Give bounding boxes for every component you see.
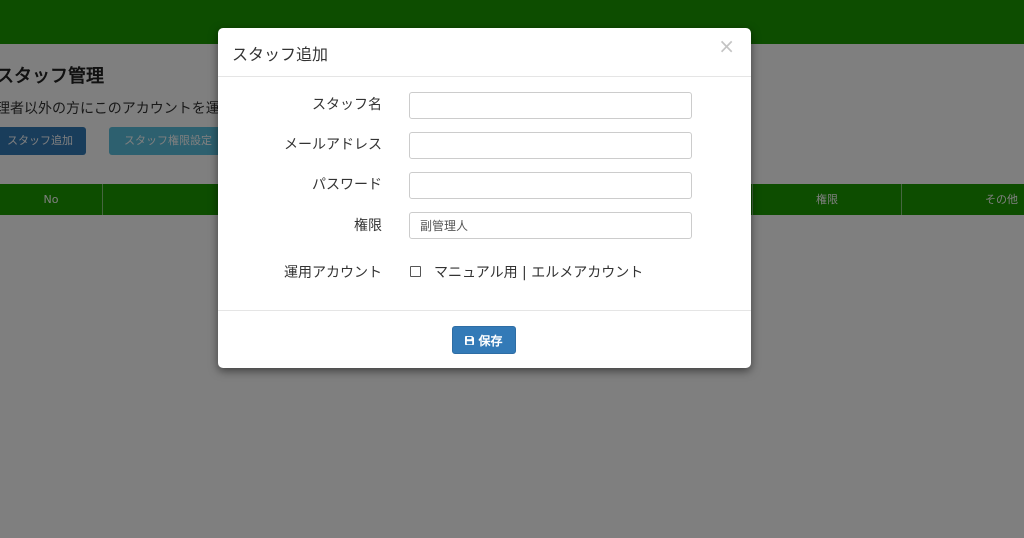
password-label: パスワード — [312, 177, 382, 193]
staff-name-input[interactable] — [409, 92, 692, 119]
permission-label: 権限 — [354, 218, 382, 234]
permission-input[interactable] — [409, 212, 692, 239]
modal-title: スタッフ追加 — [232, 45, 329, 64]
account-option-label[interactable]: マニュアル用 | エルメアカウント — [434, 262, 643, 282]
email-input[interactable] — [409, 132, 692, 159]
modal-footer: 保存 — [218, 310, 751, 368]
account-checkbox[interactable] — [410, 266, 421, 277]
save-button[interactable]: 保存 — [452, 326, 516, 354]
modal-header: スタッフ追加 × — [218, 28, 751, 77]
floppy-disk-icon — [465, 335, 475, 345]
close-icon[interactable]: × — [718, 36, 735, 56]
staff-name-label: スタッフ名 — [312, 97, 382, 113]
password-input[interactable] — [409, 172, 692, 199]
add-staff-modal: スタッフ追加 × スタッフ名 メールアドレス パスワード 権限 運用アカウント … — [218, 28, 751, 368]
account-label: 運用アカウント — [284, 265, 382, 281]
save-button-label: 保存 — [478, 333, 503, 348]
email-label: メールアドレス — [284, 137, 382, 153]
